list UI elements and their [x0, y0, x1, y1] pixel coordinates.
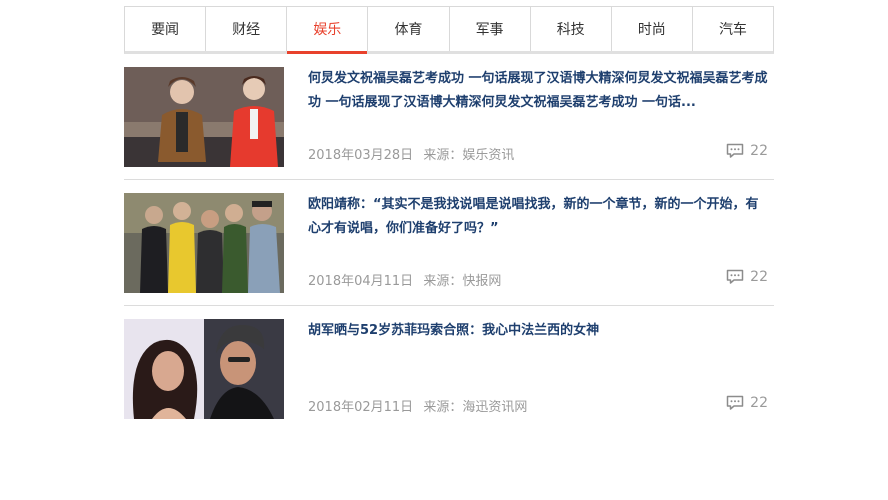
comment-count: 22	[750, 143, 768, 159]
tab-shishang[interactable]: 时尚	[612, 7, 693, 51]
comment-count: 22	[750, 269, 768, 285]
news-date: 2018年03月28日	[308, 148, 414, 163]
comment-count-button[interactable]: 22	[726, 143, 768, 159]
news-date: 2018年04月11日	[308, 274, 414, 289]
news-thumbnail[interactable]	[124, 319, 284, 419]
news-date: 2018年02月11日	[308, 400, 414, 415]
comment-count-button[interactable]: 22	[726, 269, 768, 285]
tab-keji[interactable]: 科技	[531, 7, 612, 51]
news-item: 何炅发文祝福吴磊艺考成功 一句话展现了汉语博大精深何炅发文祝福吴磊艺考成功 一句…	[124, 67, 774, 180]
category-tabs: 要闻 财经 娱乐 体育 军事 科技 时尚 汽车	[124, 6, 774, 54]
tab-yaowen[interactable]: 要闻	[125, 7, 207, 51]
news-source: 来源：娱乐资讯	[423, 148, 515, 163]
tab-junshi[interactable]: 军事	[450, 7, 531, 51]
news-title[interactable]: 何炅发文祝福吴磊艺考成功 一句话展现了汉语博大精深何炅发文祝福吴磊艺考成功 一句…	[308, 67, 770, 115]
tab-caijing[interactable]: 财经	[206, 7, 288, 51]
tab-tiyu[interactable]: 体育	[368, 7, 450, 51]
news-source: 来源：海迅资讯网	[423, 400, 528, 415]
news-module: 要闻 财经 娱乐 体育 军事 科技 时尚 汽车 何炅发文祝福吴磊艺考成功 一句话…	[124, 6, 774, 444]
news-thumbnail[interactable]	[124, 67, 284, 167]
comment-icon	[726, 143, 744, 158]
news-meta: 2018年03月28日 来源：娱乐资讯	[308, 144, 520, 163]
news-meta: 2018年02月11日 来源：海迅资讯网	[308, 396, 533, 415]
news-title[interactable]: 欧阳靖称：“其实不是我找说唱是说唱找我，新的一个章节，新的一个开始，有心才有说唱…	[308, 193, 770, 241]
comment-icon	[726, 269, 744, 284]
news-title[interactable]: 胡军晒与52岁苏菲玛索合照：我心中法兰西的女神	[308, 319, 770, 343]
tab-qiche[interactable]: 汽车	[693, 7, 773, 51]
news-list: 何炅发文祝福吴磊艺考成功 一句话展现了汉语博大精深何炅发文祝福吴磊艺考成功 一句…	[124, 67, 774, 431]
news-thumbnail[interactable]	[124, 193, 284, 293]
news-item: 胡军晒与52岁苏菲玛索合照：我心中法兰西的女神 2018年02月11日 来源：海…	[124, 319, 774, 431]
comment-count: 22	[750, 395, 768, 411]
tab-yule[interactable]: 娱乐	[287, 7, 369, 54]
news-item: 欧阳靖称：“其实不是我找说唱是说唱找我，新的一个章节，新的一个开始，有心才有说唱…	[124, 193, 774, 306]
news-meta: 2018年04月11日 来源：快报网	[308, 270, 507, 289]
comment-count-button[interactable]: 22	[726, 395, 768, 411]
comment-icon	[726, 395, 744, 410]
news-source: 来源：快报网	[423, 274, 502, 289]
